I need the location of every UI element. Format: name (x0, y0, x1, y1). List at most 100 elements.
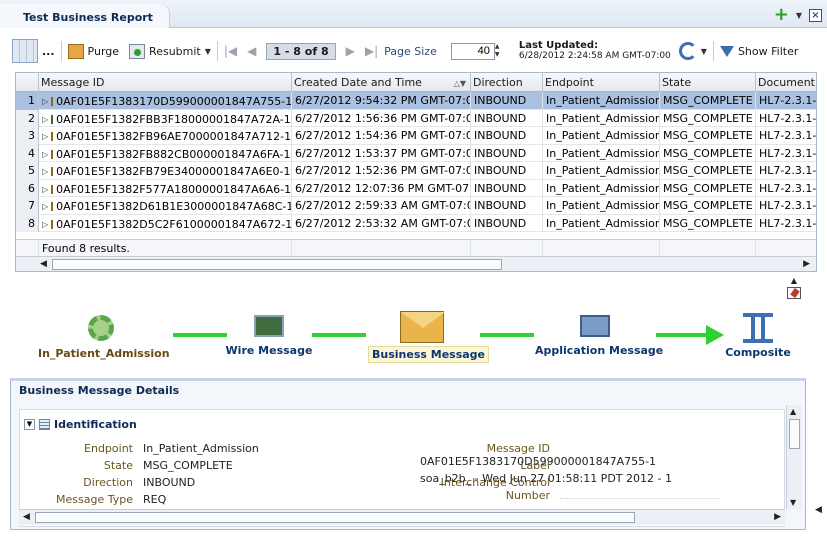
message-id-text[interactable]: 0AF01E5F1382F577A18000001847A6A6-1 (56, 183, 291, 196)
envelope-icon (51, 149, 54, 159)
collapse-up-icon[interactable]: ▲ (785, 276, 803, 286)
message-id-text[interactable]: 0AF01E5F1383170D599000001847A755-1 (56, 95, 291, 108)
endpoint-cell: In_Patient_Admission (543, 92, 660, 110)
message-id-text[interactable]: 0AF01E5F1382D61B1E3000001847A68C-1 (56, 200, 291, 213)
sort-icon[interactable]: △▼ (454, 79, 466, 88)
document-type-cell: HL7-2.3.1-A (756, 180, 816, 198)
detail-field: Endpoint In_Patient_Admission (20, 442, 259, 455)
previous-page-icon[interactable]: ◀ (247, 44, 256, 58)
refresh-icon[interactable] (678, 42, 697, 60)
column-header-state[interactable]: State (660, 73, 756, 92)
table-row[interactable]: 2 ▷ 0AF01E5F1382FBB3F18000001847A72A-1 6/27… (16, 109, 816, 128)
page-size-input[interactable] (450, 42, 495, 60)
expand-icon[interactable]: ▷ (42, 167, 48, 176)
scroll-left-icon[interactable]: ◀ (23, 512, 30, 522)
table-horizontal-scrollbar[interactable]: ◀ ▶ (16, 256, 816, 271)
title-actions: + ▼ × (774, 6, 822, 24)
created-date-cell: 6/27/2012 2:53:32 AM GMT-07:00 (292, 214, 471, 232)
expand-icon[interactable]: ▷ (42, 202, 48, 211)
detail-value: INBOUND (143, 476, 196, 489)
message-id-text[interactable]: 0AF01E5F1382FB79E34000001847A6E0-1 (56, 165, 290, 178)
details-vertical-scrollbar[interactable]: ▲ ▼ (786, 405, 802, 509)
message-id-cell: ▷ 0AF01E5F1382FB79E34000001847A6E0-1 (39, 162, 292, 180)
flow-connector (173, 333, 227, 337)
table-row[interactable]: 1 ▷ 0AF01E5F1383170D599000001847A755-1 6/27… (16, 92, 816, 110)
scroll-right-icon[interactable]: ▶ (774, 512, 781, 522)
flow-node-business-message[interactable]: Business Message (368, 311, 490, 363)
resubmit-button[interactable]: Resubmit ▼ (129, 43, 211, 59)
chevron-down-icon[interactable]: ▼ (701, 47, 707, 56)
column-header-message-id[interactable]: Message ID (39, 73, 292, 92)
table-row[interactable]: 5 ▷ 0AF01E5F1382FB79E34000001847A6E0-1 6/27… (16, 162, 816, 180)
document-type-cell: HL7-2.3.1-A (756, 110, 816, 128)
message-id-cell: ▷ 0AF01E5F1382F577A18000001847A6A6-1 (39, 179, 292, 197)
column-header-document-type[interactable]: Document Ty (756, 73, 816, 92)
message-id-text[interactable]: 0AF01E5F1382FBB3F18000001847A72A-1 (56, 113, 291, 126)
detail-label: Message Type (56, 493, 133, 506)
last-updated-value: 6/28/2012 2:24:58 AM GMT-07:00 (518, 51, 671, 61)
page-size-stepper[interactable]: ▲ ▼ (495, 43, 505, 60)
details-horizontal-scrollbar[interactable]: ◀ ▶ (19, 509, 785, 525)
pagination: |◀ ◀ 1 - 8 of 8 ▶ ▶| (224, 42, 378, 60)
table-row[interactable]: 4 ▷ 0AF01E5F1382FB882CB000001847A6FA-1 6/27… (16, 144, 816, 162)
collapse-icon[interactable]: ▼ (24, 419, 35, 430)
expand-icon[interactable]: ▷ (42, 132, 48, 141)
scroll-left-icon[interactable]: ◀ (40, 259, 47, 269)
flow-connector (480, 333, 534, 337)
message-id-cell: ▷ 0AF01E5F1382D61B1E3000001847A68C-1 (39, 197, 292, 215)
detail-label: Label (520, 459, 550, 472)
detail-value: In_Patient_Admission (143, 442, 259, 455)
chevron-down-icon[interactable]: ▼ (796, 11, 802, 20)
expand-icon[interactable]: ▷ (42, 115, 48, 124)
add-icon[interactable]: + (774, 6, 789, 24)
first-page-icon[interactable]: |◀ (224, 44, 237, 58)
table-row[interactable]: 3 ▷ 0AF01E5F1382FB96AE7000001847A712-1 6/27… (16, 127, 816, 145)
scroll-left-icon[interactable]: ◀ (815, 505, 822, 515)
table-row[interactable]: 8 ▷ 0AF01E5F1382D5C2F61000001847A672-1 6/27… (16, 214, 816, 232)
purge-label: Purge (87, 44, 120, 58)
scroll-thumb[interactable] (35, 512, 635, 523)
column-header-created[interactable]: Created Date and Time △▼ (292, 73, 471, 92)
expand-icon[interactable]: ▷ (42, 97, 48, 106)
identification-section-header[interactable]: ▼ Identification (24, 418, 137, 431)
message-id-text[interactable]: 0AF01E5F1382FB882CB000001847A6FA-1 (56, 148, 290, 161)
flow-node-label: Wire Message (225, 344, 313, 357)
created-date-cell: 6/27/2012 1:54:36 PM GMT-07:00 (292, 127, 471, 145)
purge-button[interactable]: Purge (67, 43, 120, 59)
edit-icon[interactable] (787, 287, 801, 299)
detail-label: Endpoint (84, 442, 133, 455)
next-page-icon[interactable]: ▶ (346, 44, 355, 58)
flow-arrowhead (706, 325, 724, 345)
table-view-icon[interactable] (12, 39, 38, 63)
scroll-thumb[interactable] (789, 419, 800, 449)
expand-icon[interactable]: ▷ (42, 185, 48, 194)
scroll-down-icon[interactable]: ▼ (790, 498, 796, 507)
detail-value: MSG_COMPLETE (143, 459, 233, 472)
expand-icon[interactable]: ▷ (42, 220, 48, 229)
table-row[interactable]: 6 ▷ 0AF01E5F1382F577A18000001847A6A6-1 6/27… (16, 179, 816, 198)
message-id-text[interactable]: 0AF01E5F1382D5C2F61000001847A672-1 (56, 218, 291, 231)
close-icon[interactable]: × (809, 8, 822, 22)
last-page-icon[interactable]: ▶| (365, 44, 378, 58)
scroll-right-icon[interactable]: ▶ (803, 259, 810, 269)
flow-connector (656, 333, 708, 337)
table-row[interactable]: 7 ▷ 0AF01E5F1382D61B1E3000001847A68C-1 6/27… (16, 197, 816, 215)
show-filter-button[interactable]: Show Filter (719, 45, 798, 58)
scroll-up-icon[interactable]: ▲ (790, 407, 796, 416)
scroll-thumb[interactable] (52, 259, 502, 270)
flow-node-endpoint[interactable]: In_Patient_Admission (38, 315, 170, 360)
flow-node-composite[interactable]: Composite (724, 313, 792, 359)
more-button[interactable]: ... (42, 45, 55, 58)
column-header-direction[interactable]: Direction (471, 73, 543, 92)
detail-field: State MSG_COMPLETE (20, 459, 233, 472)
flow-node-application-message[interactable]: Application Message (535, 315, 663, 357)
message-id-cell: ▷ 0AF01E5F1383170D599000001847A755-1 (39, 92, 292, 110)
column-header-endpoint[interactable]: Endpoint (543, 73, 660, 92)
flow-node-label: Business Message (368, 346, 490, 363)
state-cell: MSG_COMPLETE (660, 144, 756, 162)
expand-icon[interactable]: ▷ (42, 150, 48, 159)
envelope-icon (51, 97, 54, 107)
message-id-text[interactable]: 0AF01E5F1382FB96AE7000001847A712-1 (56, 130, 291, 143)
flow-node-wire-message[interactable]: Wire Message (225, 315, 313, 357)
details-title: Business Message Details (19, 384, 180, 397)
